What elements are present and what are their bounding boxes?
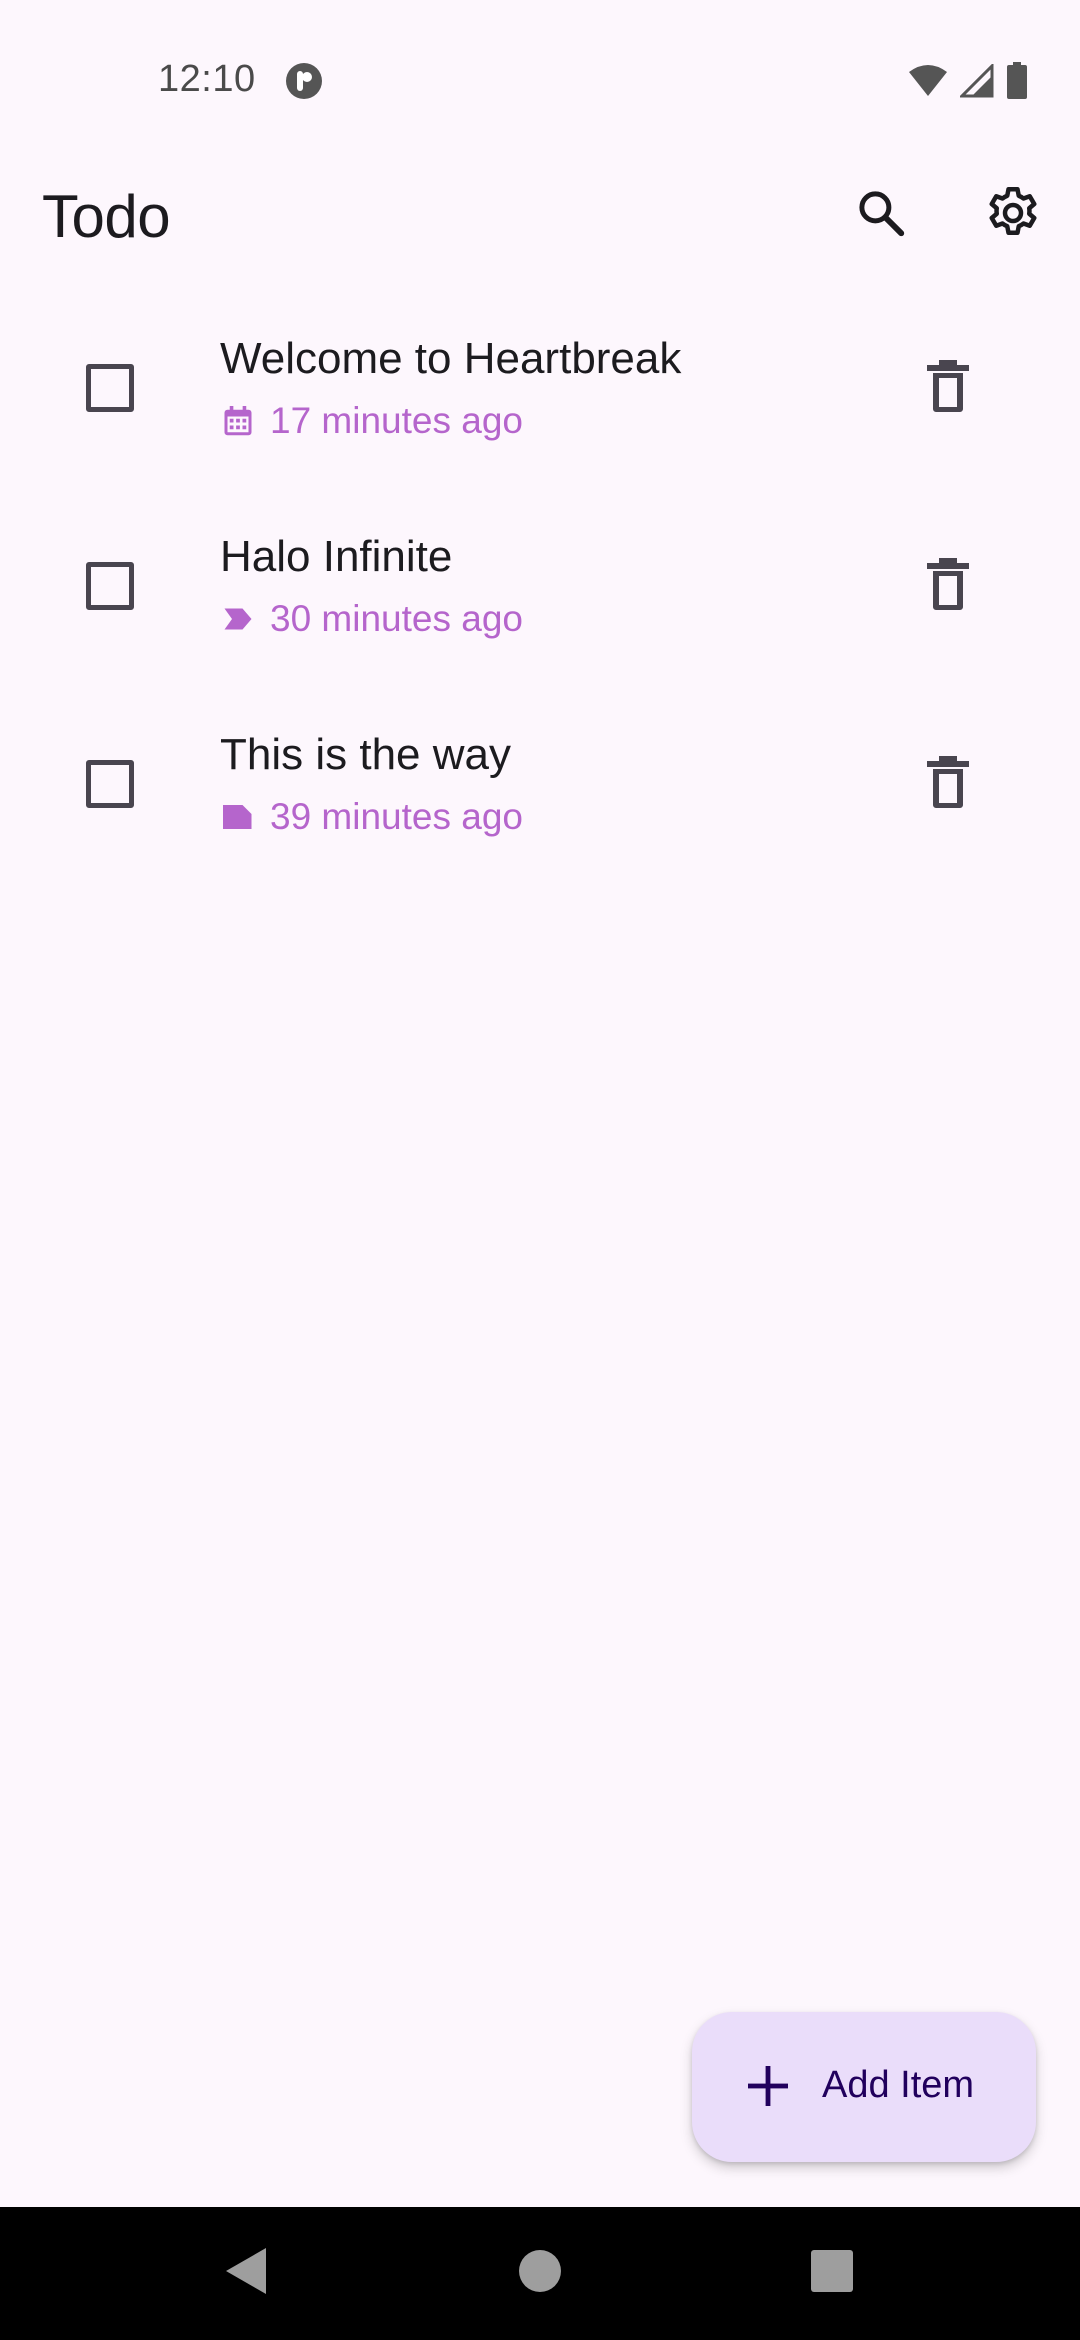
todo-list: Welcome to Heartbreak 17 minutes ago Hal… xyxy=(0,320,1080,914)
trash-icon xyxy=(927,755,969,814)
recents-square-icon xyxy=(810,2249,854,2298)
calendar-icon xyxy=(220,403,256,439)
list-item[interactable]: Halo Infinite 30 minutes ago xyxy=(0,518,1080,716)
status-bar: 12:10 xyxy=(0,0,1080,130)
notification-app-icon xyxy=(285,62,323,100)
search-icon xyxy=(854,186,908,245)
page-title: Todo xyxy=(42,183,171,250)
status-icons xyxy=(908,61,1028,105)
add-item-label: Add Item xyxy=(822,2064,975,2106)
todo-title: This is the way xyxy=(220,730,511,779)
add-item-button[interactable]: Add Item xyxy=(692,2012,1036,2162)
todo-title: Halo Infinite xyxy=(220,532,453,581)
wifi-icon xyxy=(908,64,948,103)
todo-title: Welcome to Heartbreak xyxy=(220,334,682,383)
status-time: 12:10 xyxy=(158,58,256,100)
todo-time: 17 minutes ago xyxy=(270,400,524,441)
list-item[interactable]: Welcome to Heartbreak 17 minutes ago xyxy=(0,320,1080,518)
trash-icon xyxy=(927,557,969,616)
gear-icon xyxy=(983,183,1043,248)
back-button[interactable] xyxy=(216,2243,276,2303)
system-nav-bar xyxy=(0,2207,1080,2340)
delete-button[interactable] xyxy=(914,746,982,822)
todo-meta: 30 minutes ago xyxy=(220,598,523,640)
back-triangle-icon xyxy=(224,2246,268,2301)
todo-meta: 39 minutes ago xyxy=(220,796,523,838)
todo-checkbox[interactable] xyxy=(86,364,134,412)
app-bar: Todo xyxy=(0,160,1080,270)
delete-button[interactable] xyxy=(914,548,982,624)
home-button[interactable] xyxy=(510,2243,570,2303)
settings-button[interactable] xyxy=(978,180,1048,250)
trash-icon xyxy=(927,359,969,418)
plus-icon xyxy=(744,2062,792,2110)
folder-icon xyxy=(220,799,256,835)
home-circle-icon xyxy=(518,2249,562,2298)
todo-meta: 17 minutes ago xyxy=(220,400,523,442)
todo-checkbox[interactable] xyxy=(86,562,134,610)
cell-signal-icon xyxy=(958,61,994,103)
search-button[interactable] xyxy=(846,180,916,250)
list-item[interactable]: This is the way 39 minutes ago xyxy=(0,716,1080,914)
todo-checkbox[interactable] xyxy=(86,760,134,808)
battery-icon xyxy=(1006,61,1028,105)
recents-button[interactable] xyxy=(802,2243,862,2303)
todo-time: 39 minutes ago xyxy=(270,796,524,837)
label-icon xyxy=(220,601,256,637)
todo-time: 30 minutes ago xyxy=(270,598,524,639)
delete-button[interactable] xyxy=(914,350,982,426)
